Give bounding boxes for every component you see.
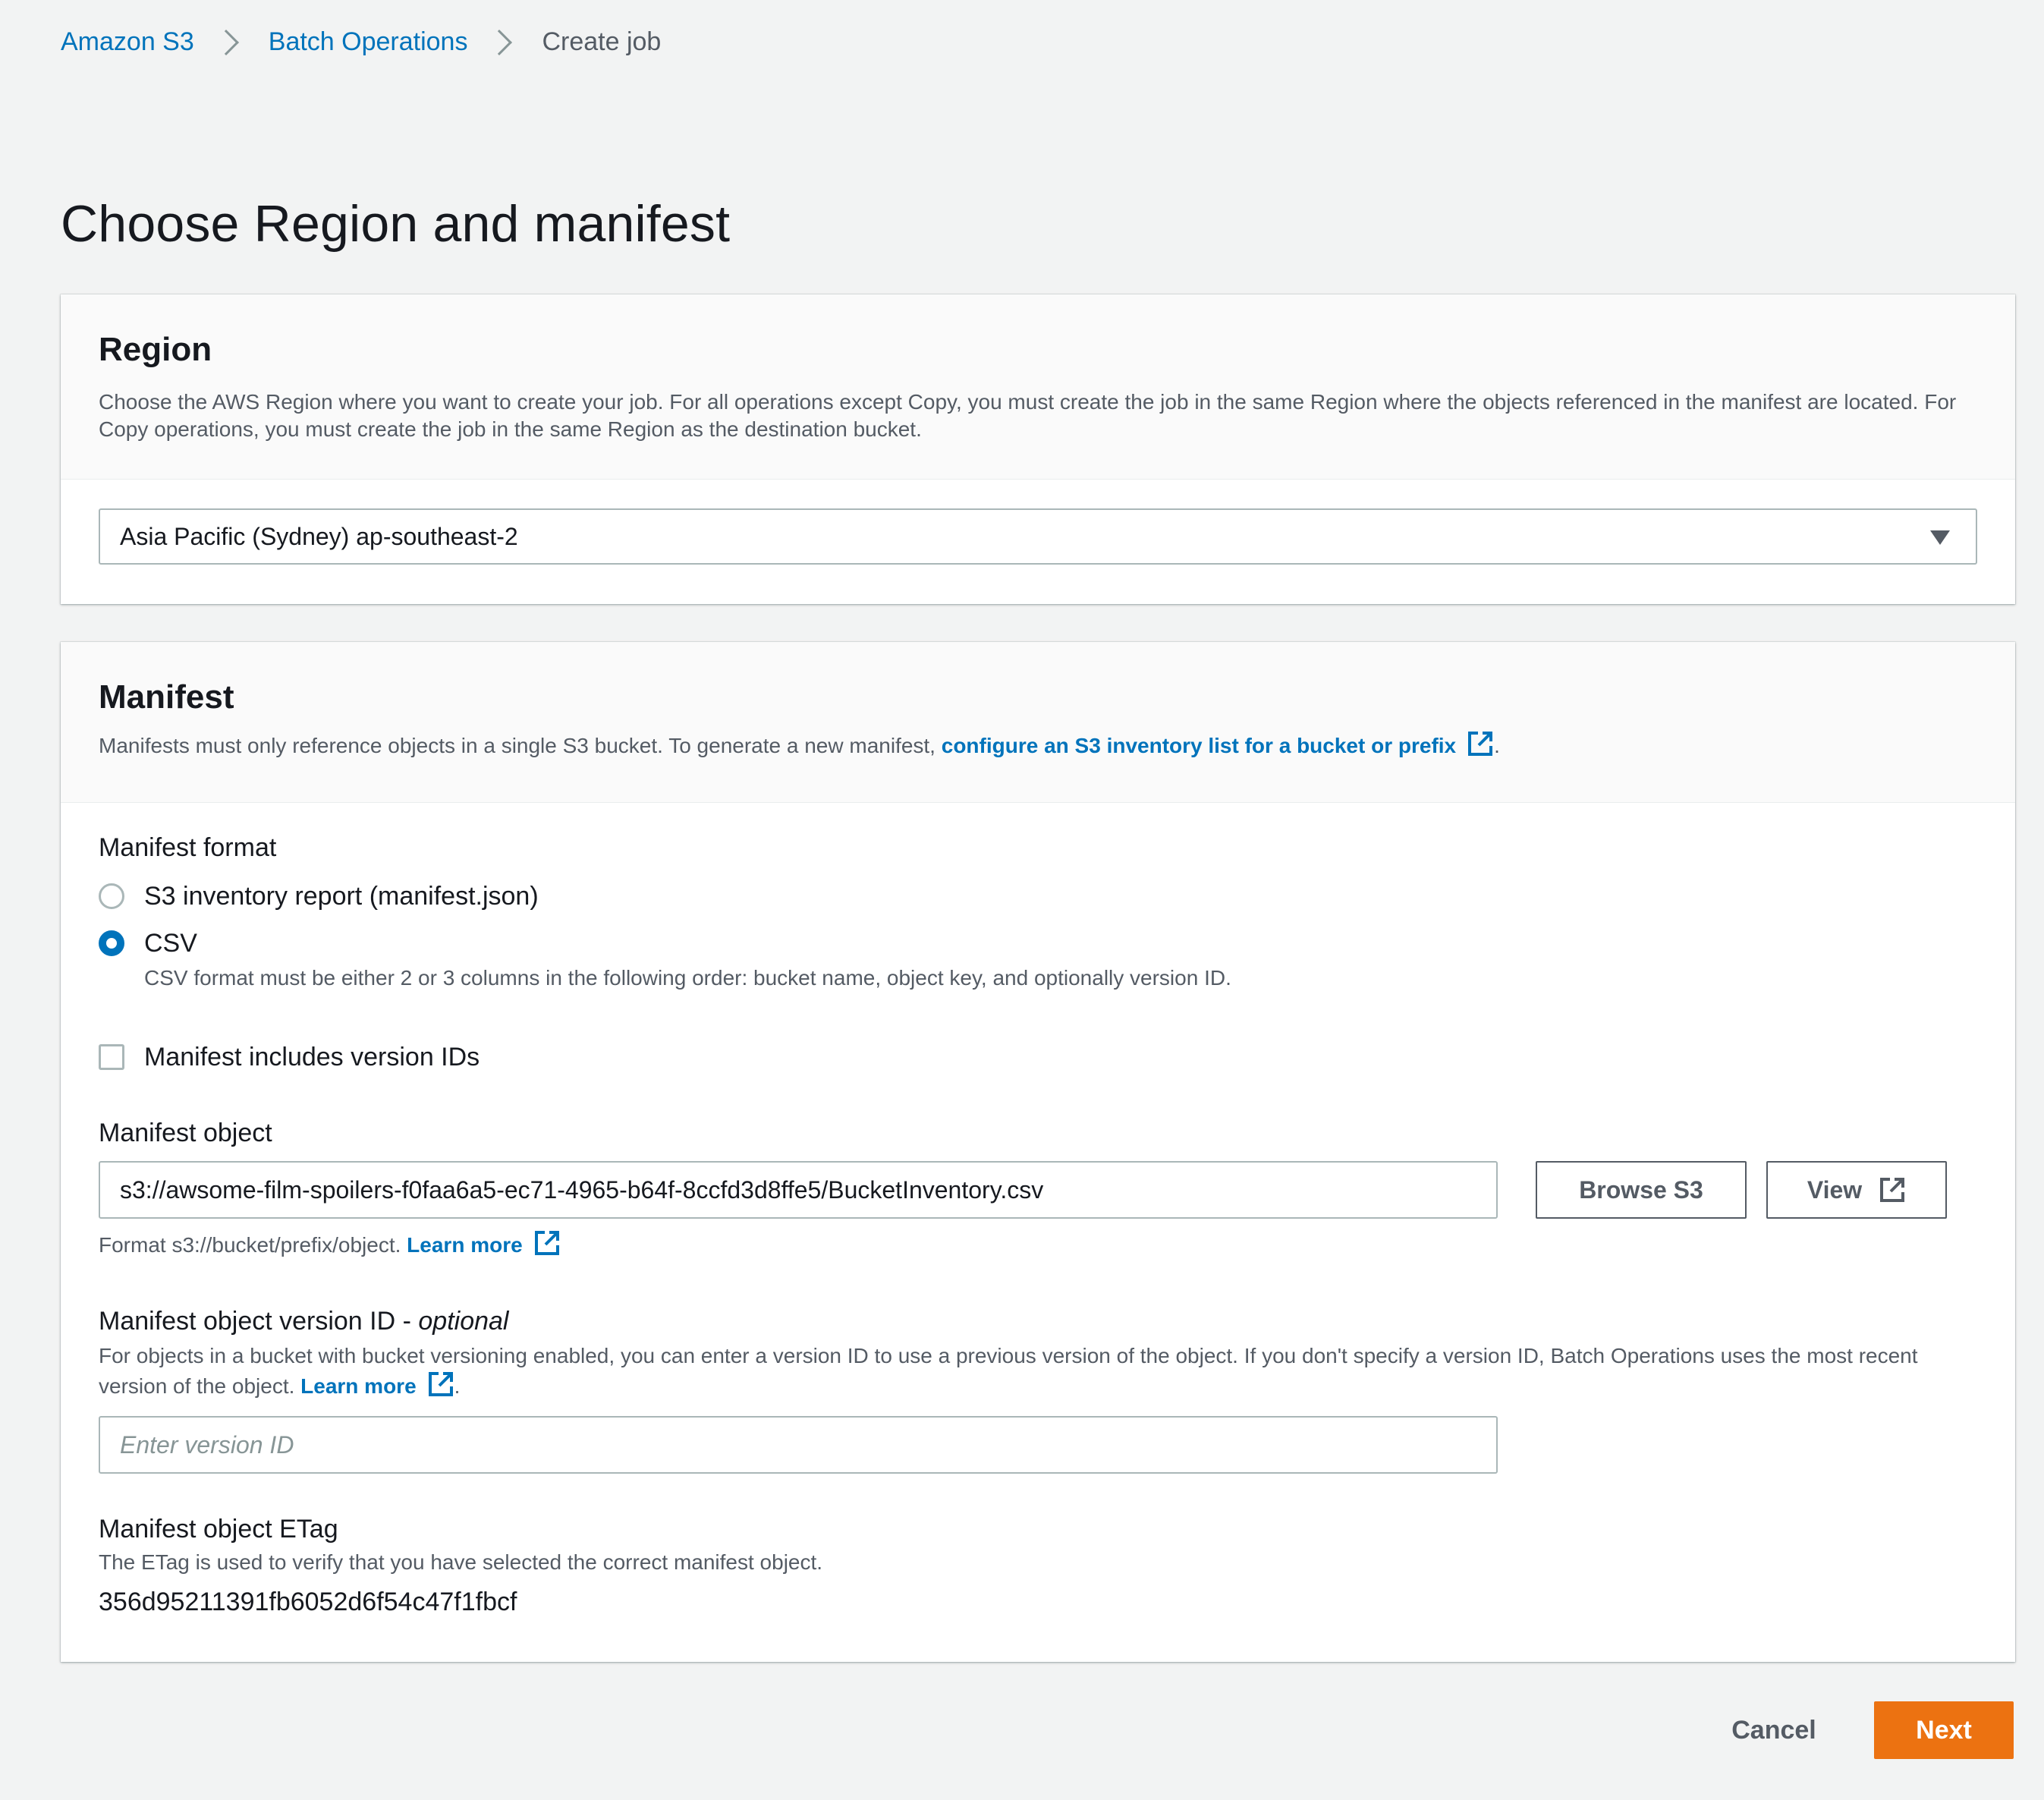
region-description: Choose the AWS Region where you want to … (99, 390, 1957, 441)
manifest-panel: Manifest Manifests must only reference o… (61, 642, 2015, 1662)
page: Amazon S3 Batch Operations Create job Ch… (0, 0, 2044, 1800)
etag-description: The ETag is used to verify that you have… (99, 1550, 823, 1574)
region-select[interactable]: Asia Pacific (Sydney) ap-southeast-2 (99, 508, 1977, 565)
manifest-object-label: Manifest object (99, 1119, 272, 1147)
region-select-value: Asia Pacific (Sydney) ap-southeast-2 (120, 522, 518, 550)
manifest-format-label: Manifest format (99, 833, 277, 862)
radio-csv[interactable] (99, 930, 124, 956)
etag-value: 356d95211391fb6052d6f54c47f1fbcf (99, 1588, 517, 1616)
manifest-panel-header: Manifest Manifests must only reference o… (61, 642, 2015, 803)
chevron-right-icon (486, 29, 513, 55)
version-ids-checkbox[interactable] (99, 1044, 124, 1070)
etag-label: Manifest object ETag (99, 1515, 338, 1544)
region-title: Region (99, 331, 212, 368)
view-button[interactable]: View (1766, 1161, 1947, 1219)
csv-description: CSV format must be either 2 or 3 columns… (144, 966, 1231, 990)
region-panel: Region Choose the AWS Region where you w… (61, 294, 2015, 604)
version-id-label-text: Manifest object version ID (99, 1307, 396, 1336)
inventory-config-link[interactable]: configure an S3 inventory list for a buc… (941, 732, 1494, 757)
external-link-icon (428, 1372, 453, 1396)
manifest-object-hint-text: Format s3://bucket/prefix/object. (99, 1233, 401, 1257)
version-id-learn-more-link[interactable]: Learn more (300, 1372, 454, 1398)
radio-csv-label[interactable]: CSV (144, 929, 197, 958)
external-link-icon (1468, 732, 1493, 756)
version-id-optional: optional (418, 1307, 509, 1336)
version-id-input[interactable]: Enter version ID (99, 1416, 1498, 1474)
breadcrumb-amazon-s3[interactable]: Amazon S3 (61, 27, 194, 57)
version-id-description: For objects in a bucket with bucket vers… (99, 1342, 1977, 1401)
manifest-description-text: Manifests must only reference objects in… (99, 734, 942, 757)
radio-s3-inventory-report[interactable] (99, 883, 124, 909)
view-button-label: View (1807, 1175, 1863, 1204)
breadcrumb-batch-operations[interactable]: Batch Operations (269, 27, 468, 57)
manifest-object-hint: Format s3://bucket/prefix/object. Learn … (99, 1229, 561, 1260)
version-id-description-suffix: . (454, 1374, 461, 1398)
cancel-button[interactable]: Cancel (1706, 1701, 1842, 1759)
manifest-description-suffix: . (1494, 734, 1500, 757)
external-link-icon (1880, 1178, 1905, 1202)
version-id-label: Manifest object version ID - optional (99, 1307, 509, 1336)
inventory-config-link-label: configure an S3 inventory list for a buc… (941, 734, 1457, 757)
external-link-icon (534, 1231, 559, 1255)
breadcrumb-create-job: Create job (542, 27, 662, 56)
learn-more-link[interactable]: Learn more (407, 1231, 561, 1257)
radio-s3-inventory-report-label[interactable]: S3 inventory report (manifest.json) (144, 882, 539, 911)
page-title: Choose Region and manifest (61, 195, 731, 253)
manifest-object-input[interactable]: s3://awsome-film-spoilers-f0faa6a5-ec71-… (99, 1161, 1498, 1219)
breadcrumb: Amazon S3 Batch Operations Create job (61, 27, 661, 57)
chevron-right-icon (212, 29, 239, 55)
version-ids-checkbox-label[interactable]: Manifest includes version IDs (144, 1043, 480, 1072)
next-button[interactable]: Next (1874, 1701, 2014, 1759)
caret-down-icon (1930, 530, 1950, 545)
region-panel-header: Region Choose the AWS Region where you w… (61, 294, 2015, 480)
learn-more-link-label: Learn more (407, 1233, 523, 1257)
manifest-description: Manifests must only reference objects in… (99, 730, 1977, 760)
browse-s3-button[interactable]: Browse S3 (1536, 1161, 1747, 1219)
version-id-learn-more-label: Learn more (300, 1374, 417, 1398)
manifest-title: Manifest (99, 678, 234, 716)
